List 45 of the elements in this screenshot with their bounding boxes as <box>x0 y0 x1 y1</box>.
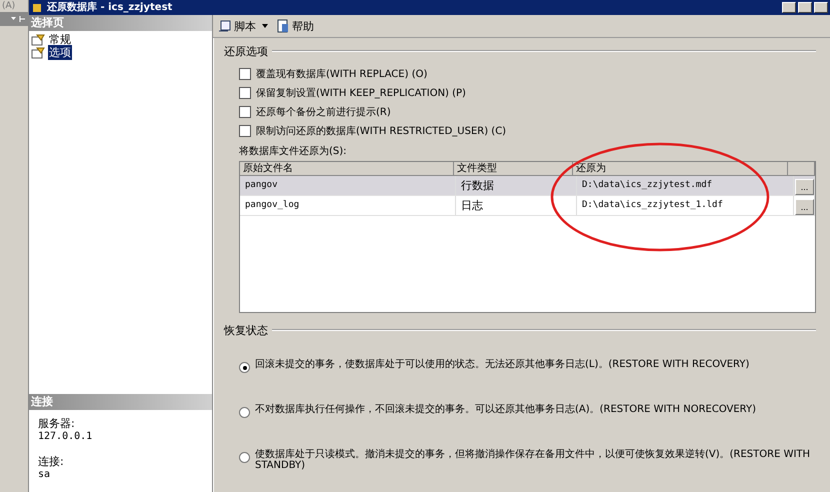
radio-label: 不对数据库执行任何操作，不回滚未提交的事务。可以还原其他事务日志(A)。(RESTORE WITH NORECOVERY) <box>255 404 756 415</box>
field-value: sa <box>38 469 52 480</box>
checkbox[interactable] <box>239 106 251 118</box>
table-row[interactable]: pangov 行数据 D:\data\ics_zzjytest.mdf ... <box>240 176 815 196</box>
help-button[interactable]: 帮助 <box>273 18 317 34</box>
close-button[interactable] <box>814 2 828 13</box>
checkbox-label: 还原每个备份之前进行提示(R) <box>256 106 391 119</box>
panel-header: 选择页 <box>29 15 212 31</box>
checkbox[interactable] <box>239 125 251 137</box>
page-list-item[interactable]: 常规 <box>48 32 72 47</box>
table-row[interactable]: pangov_log 日志 D:\data\ics_zzjytest_1.ldf ... <box>240 196 815 216</box>
pin-icon <box>10 15 26 23</box>
checkbox[interactable] <box>239 68 251 80</box>
table-cell: 行数据 <box>456 176 577 195</box>
checkbox[interactable] <box>239 87 251 99</box>
browse-button[interactable]: ... <box>795 199 814 215</box>
radio-label: 回滚未提交的事务，使数据库处于可以使用的状态。无法还原其他事务日志(L)。(RESTORE WITH RECOVERY) <box>255 359 750 370</box>
radio-button[interactable] <box>239 407 250 418</box>
table-label: 将数据库文件还原为(S): <box>238 144 348 159</box>
group-title: 还原选项 <box>224 44 268 58</box>
panel-label: (A) <box>1 0 16 12</box>
maximize-button[interactable] <box>798 2 812 13</box>
script-button[interactable]: 脚本 <box>215 18 271 34</box>
field-value: 127.0.0.1 <box>38 431 94 442</box>
minimize-button[interactable] <box>782 2 796 13</box>
checkbox-label: 限制访问还原的数据库(WITH RESTRICTED_USER) (C) <box>256 124 506 138</box>
table-cell: D:\data\ics_zzjytest.mdf <box>577 176 794 195</box>
radio-label: 使数据库处于只读模式。撤消未提交的事务，但将撤消操作保存在备用文件中，以便可使恢复效果逆转(V)。(RESTORE WITH STANDBY) <box>255 449 812 471</box>
table-cell: 日志 <box>456 196 577 215</box>
radio-button[interactable] <box>239 362 250 373</box>
page-list-item[interactable]: 选项 <box>48 45 72 60</box>
checkbox-label: 覆盖现有数据库(WITH REPLACE) (O) <box>256 68 428 81</box>
group-title: 恢复状态 <box>224 322 268 338</box>
browse-button[interactable]: ... <box>795 179 814 195</box>
field-label: 连接: <box>38 454 65 469</box>
caret-icon <box>262 24 268 28</box>
table-cell: pangov_log <box>240 196 456 215</box>
field-label: 服务器: <box>38 416 76 431</box>
table-cell: D:\data\ics_zzjytest_1.ldf <box>577 196 794 215</box>
window-title: 还原数据库 - ics_zzjytest <box>47 0 172 15</box>
checkbox-label: 保留复制设置(WITH KEEP_REPLICATION) (P) <box>256 86 466 100</box>
radio-button[interactable] <box>239 452 250 463</box>
document-icon <box>276 19 290 33</box>
panel-header: 连接 <box>29 394 212 410</box>
table-cell: pangov <box>240 176 456 195</box>
